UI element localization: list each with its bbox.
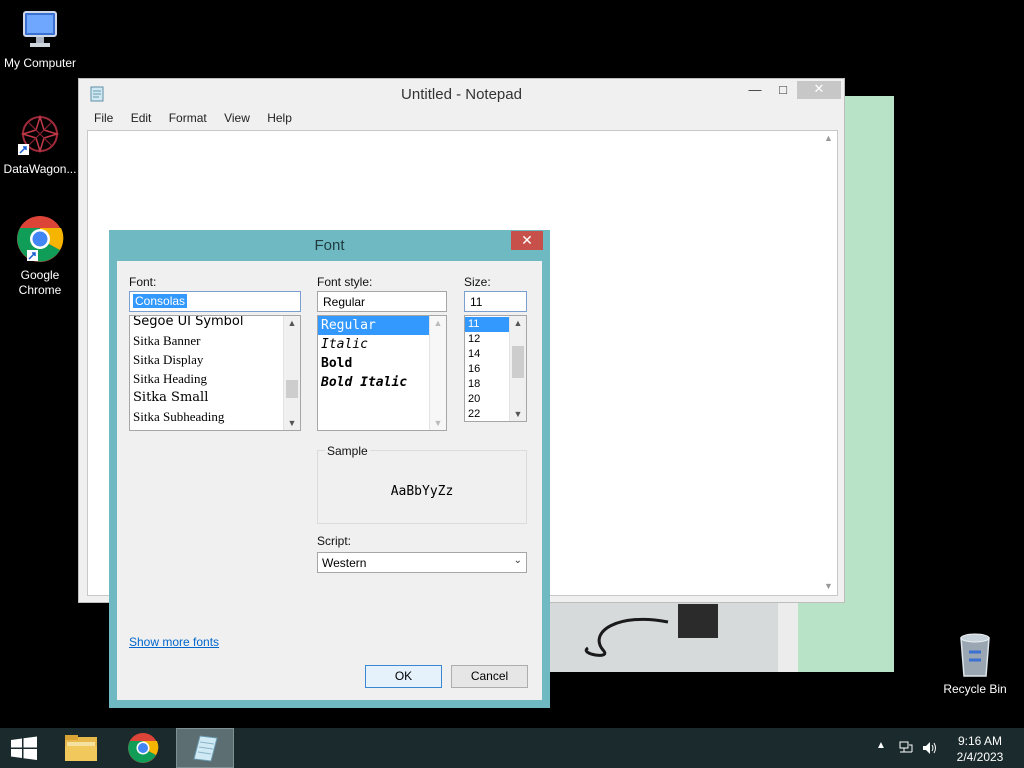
script-label: Script: (317, 534, 352, 548)
clock-time: 9:16 AM (957, 734, 1003, 748)
folder-icon (65, 735, 97, 761)
desktop-icon-my-computer[interactable]: My Computer (0, 10, 80, 71)
font-list-item[interactable]: Sitka Small (130, 388, 283, 407)
size-list-items: 11 12 14 16 18 20 22 (465, 317, 509, 421)
taskbar-chrome[interactable] (114, 728, 172, 768)
scroll-up-arrow[interactable]: ▲ (284, 318, 300, 328)
scroll-thumb[interactable] (286, 380, 298, 398)
chevron-down-icon: ⌄ (513, 555, 522, 566)
desktop-icon-recycle-bin[interactable]: Recycle Bin (935, 630, 1015, 697)
size-input[interactable]: 11 (464, 291, 527, 312)
notepad-menubar: File Edit Format View Help (79, 109, 844, 129)
scroll-down-arrow[interactable]: ▼ (284, 418, 300, 428)
clock-date: 2/4/2023 (956, 750, 1004, 764)
style-list-scrollbar[interactable]: ▲ ▼ (429, 316, 446, 430)
size-label: Size: (464, 275, 491, 289)
menu-format[interactable]: Format (162, 109, 214, 125)
desktop-icon-google-chrome[interactable]: Google Chrome (0, 214, 80, 298)
notepad-title: Untitled - Notepad (401, 86, 522, 103)
scroll-down-arrow[interactable]: ▼ (510, 409, 526, 419)
style-list-item[interactable]: Italic (318, 335, 429, 354)
taskbar-file-explorer[interactable] (52, 728, 110, 768)
notepad-vertical-scrollbar[interactable]: ▲ ▼ (820, 131, 837, 595)
desktop-icon-label: DataWagon... (3, 162, 77, 176)
font-dialog-close-button[interactable]: ✕ (511, 231, 543, 250)
sample-text: AaBbYyZz (390, 484, 454, 499)
clock[interactable]: 9:16 AM 2/4/2023 (948, 733, 1012, 765)
font-dialog-client: Font: Consolas Segoe UI Symbol Sitka Ban… (117, 261, 542, 700)
maximize-button[interactable]: □ (771, 82, 795, 100)
datawagon-icon (16, 112, 64, 158)
font-name-list[interactable]: Segoe UI Symbol Sitka Banner Sitka Displ… (129, 315, 301, 431)
size-list-item[interactable]: 20 (465, 392, 509, 407)
scroll-up-arrow[interactable]: ▲ (820, 133, 837, 143)
show-more-fonts-link[interactable]: Show more fonts (129, 635, 219, 649)
scroll-down-arrow[interactable]: ▼ (820, 581, 837, 591)
scroll-up-arrow[interactable]: ▲ (510, 318, 526, 328)
size-list-item[interactable]: 11 (465, 317, 509, 332)
font-list-items: Segoe UI Symbol Sitka Banner Sitka Displ… (130, 316, 283, 426)
minimize-button[interactable]: — (743, 82, 767, 100)
size-list-item[interactable]: 14 (465, 347, 509, 362)
scroll-up-arrow[interactable]: ▲ (430, 318, 446, 328)
font-list-item[interactable]: Sitka Banner (130, 331, 283, 350)
style-list-item[interactable]: Regular (318, 316, 429, 335)
size-list-item[interactable]: 22 (465, 407, 509, 421)
font-style-list[interactable]: Regular Italic Bold Bold Italic ▲ ▼ (317, 315, 447, 431)
windows-logo-icon (11, 736, 37, 760)
taskbar-notepad[interactable] (176, 728, 234, 768)
menu-edit[interactable]: Edit (124, 109, 159, 125)
start-button[interactable] (0, 728, 48, 768)
ok-button[interactable]: OK (365, 665, 442, 688)
style-list-items: Regular Italic Bold Bold Italic (318, 316, 429, 392)
font-label: Font: (129, 275, 157, 289)
desktop-icon-label: Google Chrome (18, 268, 62, 297)
font-list-item[interactable]: Segoe UI Symbol (130, 316, 283, 331)
style-list-item[interactable]: Bold Italic (318, 373, 429, 392)
menu-view[interactable]: View (217, 109, 257, 125)
font-style-label: Font style: (317, 275, 373, 289)
font-dialog-title: Font (314, 237, 345, 254)
computer-icon (18, 10, 62, 52)
desktop-icon-datawagon[interactable]: DataWagon... (0, 112, 80, 177)
chrome-icon (128, 733, 159, 763)
size-list-item[interactable]: 18 (465, 377, 509, 392)
font-list-item[interactable]: Sitka Heading (130, 369, 283, 388)
font-name-input[interactable]: Consolas (129, 291, 301, 312)
volume-icon[interactable] (921, 740, 939, 756)
tray-overflow-chevron-icon[interactable]: ▲ (876, 740, 886, 751)
network-icon[interactable] (898, 740, 914, 756)
sample-label: Sample (325, 444, 370, 458)
notepad-titlebar[interactable]: Untitled - Notepad — □ ✕ (79, 79, 844, 109)
size-list[interactable]: 11 12 14 16 18 20 22 ▲ ▼ (464, 315, 527, 422)
taskbar: ▲ 9:16 AM 2/4/2023 (0, 728, 1024, 768)
size-list-scrollbar[interactable]: ▲ ▼ (509, 316, 526, 421)
font-dialog: Font ✕ Font: Consolas Segoe UI Symbol Si… (109, 230, 550, 708)
desktop-icon-label: Recycle Bin (943, 682, 1007, 696)
desktop-icon-label: My Computer (3, 56, 77, 70)
script-select-value: Western (322, 556, 367, 570)
menu-file[interactable]: File (87, 109, 120, 125)
cancel-button[interactable]: Cancel (451, 665, 528, 688)
font-name-value: Consolas (133, 294, 188, 308)
scroll-thumb[interactable] (512, 346, 524, 378)
script-select[interactable]: Western ⌄ (317, 552, 527, 573)
notepad-icon (193, 735, 218, 762)
font-style-input[interactable]: Regular (317, 291, 447, 312)
size-list-item[interactable]: 16 (465, 362, 509, 377)
background-window-image (548, 602, 798, 672)
font-list-scrollbar[interactable]: ▲ ▼ (283, 316, 300, 430)
chrome-icon (15, 214, 65, 264)
scroll-down-arrow[interactable]: ▼ (430, 418, 446, 428)
size-list-item[interactable]: 12 (465, 332, 509, 347)
style-list-item[interactable]: Bold (318, 354, 429, 373)
font-list-item[interactable]: Sitka Subheading (130, 407, 283, 426)
sample-group: Sample AaBbYyZz (317, 444, 527, 524)
close-button[interactable]: ✕ (797, 81, 841, 99)
font-list-item[interactable]: Sitka Display (130, 350, 283, 369)
menu-help[interactable]: Help (260, 109, 299, 125)
recycle-bin-icon (955, 630, 995, 678)
